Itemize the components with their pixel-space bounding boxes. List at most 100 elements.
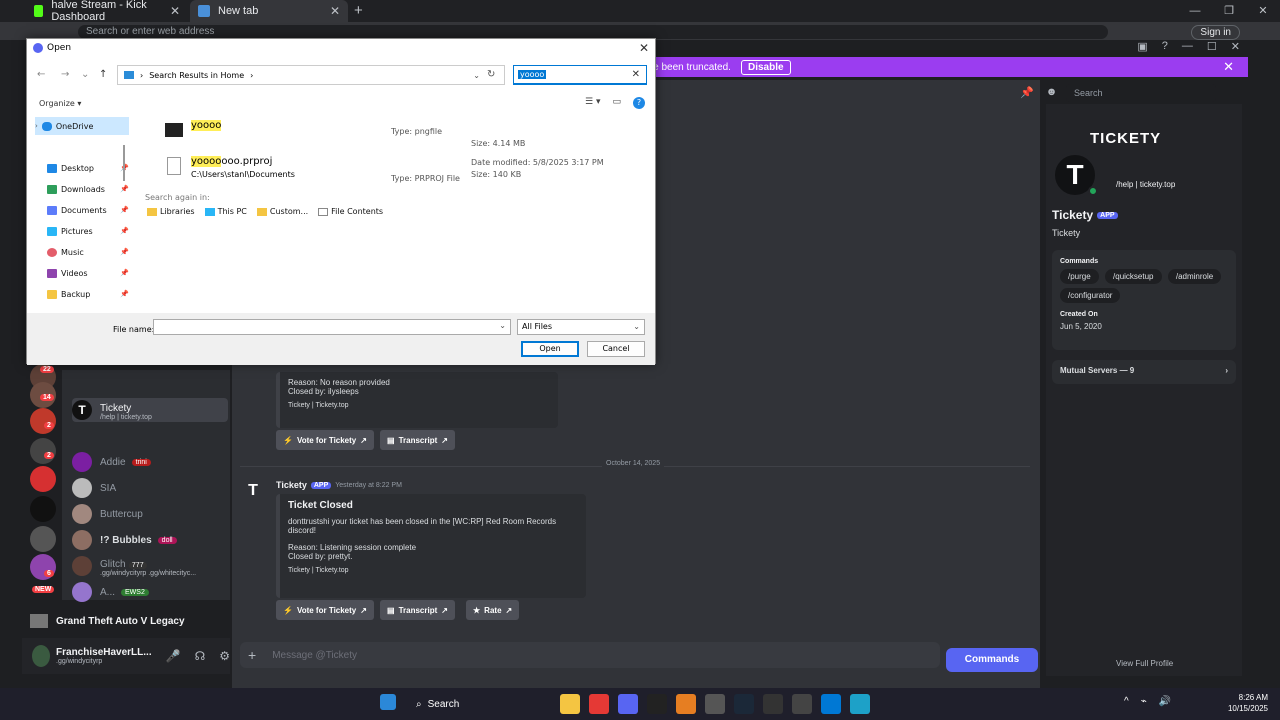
avatar[interactable] — [32, 645, 51, 667]
preview-pane-icon[interactable]: ▭ — [612, 97, 621, 109]
vote-button[interactable]: ⚡ Vote for Tickety ↗ — [276, 430, 374, 450]
profile-icon[interactable]: ☻ — [1046, 86, 1058, 99]
minimize-button[interactable]: — — [1178, 0, 1212, 22]
message-composer[interactable]: + Message @Tickety — [240, 642, 940, 668]
file-row[interactable]: yooooooo.prproj C:\Users\stanl\Documents… — [135, 153, 647, 187]
close-button[interactable]: ✕ — [1231, 40, 1240, 53]
help-icon[interactable]: ? — [1162, 40, 1168, 53]
view-full-profile-link[interactable]: View Full Profile — [1116, 659, 1173, 668]
minimize-button[interactable]: — — [1182, 40, 1193, 53]
rate-button[interactable]: ★ Rate ↗ — [466, 600, 520, 620]
nav-item-onedrive[interactable]: › OneDrive — [35, 117, 129, 135]
path-box[interactable]: › Search Results in Home › ⌄ — [117, 65, 505, 85]
search-libraries-link[interactable]: Libraries — [147, 207, 195, 216]
address-bar[interactable]: Search or enter web address — [78, 25, 1108, 39]
dm-item-bubbles[interactable]: !? Bubbles doll — [72, 528, 228, 552]
snipping-tool-icon[interactable] — [821, 694, 841, 714]
clear-icon[interactable]: ✕ — [632, 69, 640, 80]
close-icon[interactable]: ✕ — [639, 41, 649, 55]
taskbar-search[interactable]: ⌕ Search — [408, 694, 518, 714]
view-icon[interactable]: ☰ ▾ — [585, 97, 600, 109]
close-icon[interactable]: ✕ — [1223, 59, 1234, 75]
transcript-button[interactable]: ▤ Transcript ↗ — [380, 430, 455, 450]
settings-icon[interactable] — [705, 694, 725, 714]
dm-item-addie[interactable]: Addie trini — [72, 450, 228, 474]
tab-new-tab[interactable]: New tab ✕ — [190, 0, 348, 22]
volume-icon[interactable]: 🔊 — [1159, 696, 1171, 707]
server-icon[interactable] — [30, 496, 56, 522]
close-window-button[interactable]: ✕ — [1246, 0, 1280, 22]
disable-button[interactable]: Disable — [740, 59, 791, 75]
server-icon[interactable] — [30, 408, 56, 434]
organize-menu[interactable]: Organize ▾ — [39, 99, 81, 108]
open-button[interactable]: Open — [521, 341, 579, 357]
nav-item-backup[interactable]: Backup 📌 — [35, 285, 129, 303]
commands-button[interactable]: Commands — [946, 648, 1038, 672]
author-name[interactable]: Tickety — [276, 480, 307, 490]
chevron-down-icon[interactable]: ⌄ — [499, 321, 506, 330]
microphone-icon[interactable]: 🎤 — [166, 649, 181, 663]
chevron-up-icon[interactable]: ^ — [1124, 696, 1129, 707]
activity-gta[interactable]: Grand Theft Auto V Legacy — [30, 608, 228, 634]
cancel-button[interactable]: Cancel — [587, 341, 645, 357]
file-row[interactable]: yoooo Type: pngfile Size: 4.14 MB — [135, 117, 647, 148]
illustrator-icon[interactable] — [676, 694, 696, 714]
nav-item-pictures[interactable]: Pictures 📌 — [35, 222, 129, 240]
taskbar-clock[interactable]: 8:26 AM 10/15/2025 — [1220, 692, 1268, 714]
gear-icon[interactable]: ⚙ — [219, 649, 230, 663]
file-explorer-icon[interactable] — [560, 694, 580, 714]
nav-item-music[interactable]: Music 📌 — [35, 243, 129, 261]
windows-start-icon[interactable] — [380, 694, 396, 710]
nav-item-documents[interactable]: Documents 📌 — [35, 201, 129, 219]
maximize-button[interactable]: ☐ — [1207, 40, 1217, 53]
maximize-button[interactable]: ❐ — [1212, 0, 1246, 22]
dm-item-sia[interactable]: SIA — [72, 476, 228, 500]
inbox-icon[interactable]: ▣ — [1137, 40, 1147, 53]
tickety-avatar[interactable]: T — [244, 482, 262, 500]
network-icon[interactable]: ⌁ — [1141, 696, 1147, 707]
command-chip[interactable]: /purge — [1060, 269, 1099, 284]
refresh-icon[interactable]: ↻ — [487, 69, 495, 80]
scrollbar[interactable] — [123, 145, 125, 181]
file-type-select[interactable]: All Files ⌄ — [517, 319, 645, 335]
headset-icon[interactable]: ☊ — [195, 649, 206, 663]
server-icon[interactable] — [30, 438, 56, 464]
help-icon[interactable]: ? — [633, 97, 645, 109]
discord-icon[interactable] — [618, 694, 638, 714]
new-tab-button[interactable]: + — [354, 2, 363, 19]
dm-item-glitch[interactable]: Glitch 777 .gg/windycityrp .gg/whitecityc… — [72, 554, 228, 578]
expand-icon[interactable]: › — [35, 122, 38, 130]
epic-icon[interactable] — [763, 694, 783, 714]
youtube-icon[interactable] — [589, 694, 609, 714]
close-icon[interactable]: ✕ — [170, 4, 180, 18]
command-chip[interactable]: /adminrole — [1167, 269, 1222, 284]
dm-item-a[interactable]: A... EWS2 — [72, 580, 228, 604]
search-this-pc-link[interactable]: This PC — [204, 207, 247, 216]
search-file-contents-link[interactable]: File Contents — [318, 207, 383, 216]
transcript-button[interactable]: ▤ Transcript ↗ — [380, 600, 455, 620]
header-search[interactable]: Search — [1066, 84, 1216, 102]
dm-item-tickety[interactable]: T Tickety/help | tickety.top — [72, 398, 228, 422]
nav-item-downloads[interactable]: Downloads 📌 — [35, 180, 129, 198]
close-icon[interactable]: ✕ — [330, 4, 340, 18]
mutual-servers[interactable]: Mutual Servers — 9 › — [1052, 360, 1236, 384]
search-input[interactable]: yoooo ✕ — [513, 65, 647, 85]
command-chip[interactable]: /quicksetup — [1105, 269, 1162, 284]
vote-button[interactable]: ⚡ Vote for Tickety ↗ — [276, 600, 374, 620]
server-icon[interactable] — [30, 526, 56, 552]
pin-icon[interactable]: 📌 — [1020, 86, 1034, 99]
edge-icon[interactable] — [850, 694, 870, 714]
chevron-down-icon[interactable]: ⌄ — [81, 69, 89, 80]
file-name-input[interactable]: ⌄ — [153, 319, 511, 335]
command-chip[interactable]: /configurator — [1060, 288, 1121, 303]
obs-icon[interactable] — [792, 694, 812, 714]
dm-item-buttercup[interactable]: Buttercup — [72, 502, 228, 526]
plus-icon[interactable]: + — [248, 647, 256, 663]
up-icon[interactable]: ↑ — [99, 69, 107, 80]
nav-item-videos[interactable]: Videos 📌 — [35, 264, 129, 282]
signin-button[interactable]: Sign in — [1191, 25, 1240, 40]
tab-kick-dashboard[interactable]: halve Stream - Kick Dashboard ✕ — [26, 0, 188, 23]
forward-icon[interactable]: → — [61, 69, 69, 80]
back-icon[interactable]: ← — [37, 69, 45, 80]
server-icon[interactable] — [30, 466, 56, 492]
